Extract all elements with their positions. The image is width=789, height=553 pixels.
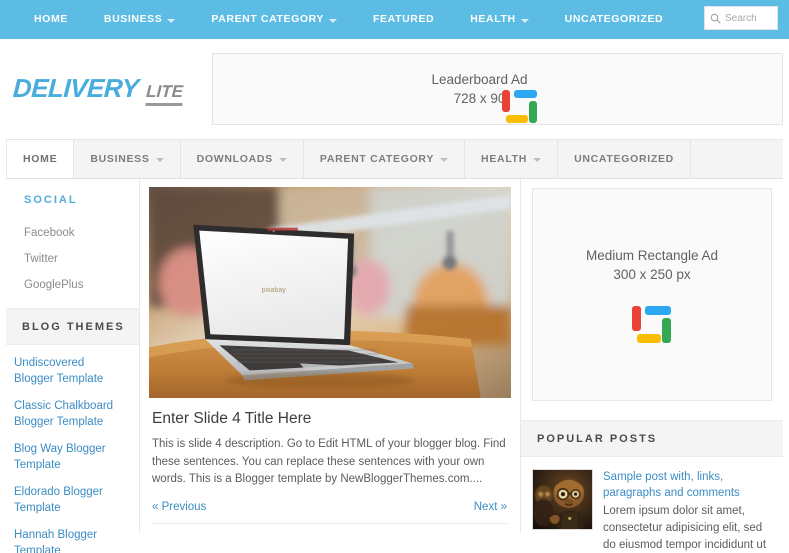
site-header: DELIVERY LITE Leaderboard Ad 728 x 90 (0, 39, 789, 139)
chevron-down-icon (278, 158, 287, 162)
search-box[interactable] (704, 6, 778, 30)
search-input[interactable] (725, 12, 772, 24)
right-sidebar: Medium Rectangle Ad 300 x 250 px POPULAR… (521, 179, 783, 551)
page-body: SOCIAL Facebook Twitter GooglePlus BLOG … (6, 179, 783, 553)
left-sidebar: SOCIAL Facebook Twitter GooglePlus BLOG … (6, 179, 140, 553)
popular-post-thumbnail[interactable] (532, 469, 593, 530)
nav2-item-label: BUSINESS (90, 153, 150, 165)
nav2-item-downloads[interactable]: DOWNLOADS (181, 140, 304, 178)
nav2-item-label: PARENT CATEGORY (319, 153, 435, 165)
social-links-list: Facebook Twitter GooglePlus (6, 218, 139, 308)
list-item[interactable]: Eldorado Blogger Template (6, 484, 139, 527)
slider-next-link[interactable]: Next » (474, 501, 507, 513)
topnav-item-label: UNCATEGORIZED (564, 13, 664, 25)
logo-accent-text: LITE (144, 81, 184, 106)
svg-text:pixabay: pixabay (262, 287, 287, 294)
slide-title: Enter Slide 4 Title Here (152, 410, 312, 427)
page-root: HOME BUSINESS PARENT CATEGORY FEATURED H… (0, 0, 789, 553)
topnav-item-label: PARENT CATEGORY (211, 13, 325, 25)
content-divider (152, 522, 507, 524)
widget-title-popular-posts: POPULAR POSTS (521, 420, 783, 457)
nav2-item-home[interactable]: HOME (6, 140, 75, 178)
popular-post-snippet: Lorem ipsum dolor sit amet, consectetur … (603, 505, 767, 551)
nav2-item-label: HEALTH (481, 153, 528, 165)
list-item[interactable]: Undiscovered Blogger Template (6, 355, 139, 398)
topnav-item-parent-category[interactable]: PARENT CATEGORY (193, 0, 355, 39)
leaderboard-ad-line1: Leaderboard Ad (431, 72, 528, 87)
nav2-item-uncategorized[interactable]: UNCATEGORIZED (558, 140, 691, 178)
secondary-navigation-bar: HOME BUSINESS DOWNLOADS PARENT CATEGORY … (6, 139, 783, 179)
popular-post-link[interactable]: Sample post with, links, paragraphs and … (603, 469, 773, 501)
medium-rectangle-ad-line1: Medium Rectangle Ad (585, 247, 719, 263)
popular-post-body: Sample post with, links, paragraphs and … (603, 469, 773, 553)
chevron-down-icon (167, 18, 176, 23)
chevron-down-icon (520, 18, 529, 23)
topnav-item-label: BUSINESS (103, 13, 163, 25)
topnav-item-business[interactable]: BUSINESS (86, 0, 193, 39)
medium-rectangle-ad-line2: 300 x 250 px (613, 266, 691, 282)
list-item[interactable]: Hannah Blogger Template (6, 527, 139, 553)
chevron-down-icon (533, 158, 542, 162)
topnav-item-label: HEALTH (470, 13, 516, 25)
chevron-down-icon (155, 158, 164, 162)
google-ads-logo-icon (632, 304, 672, 344)
search-icon (710, 13, 721, 24)
logo-main-text: DELIVERY (12, 72, 140, 103)
medium-rectangle-ad-placeholder[interactable]: Medium Rectangle Ad 300 x 250 px (532, 188, 772, 401)
widget-title-social: SOCIAL (6, 179, 139, 218)
list-item[interactable]: Classic Chalkboard Blogger Template (6, 398, 139, 441)
google-ads-logo-icon (501, 88, 538, 124)
blog-themes-list: Undiscovered Blogger Template Classic Ch… (6, 345, 139, 553)
slide-description: This is slide 4 description. Go to Edit … (152, 438, 506, 485)
topnav-item-label: HOME (34, 13, 68, 25)
slider-previous-link[interactable]: « Previous (152, 501, 206, 513)
topnav-item-health[interactable]: HEALTH (452, 0, 546, 39)
slider-navigation: « Previous Next » (149, 489, 511, 513)
figurine-thumbnail-illustration (533, 470, 592, 529)
laptop-photo-illustration: pixabay (149, 187, 511, 398)
nav2-item-business[interactable]: BUSINESS (74, 140, 181, 178)
list-item: Sample post with, links, paragraphs and … (521, 457, 783, 553)
chevron-down-icon (440, 158, 449, 162)
nav2-item-label: UNCATEGORIZED (574, 153, 674, 165)
site-logo[interactable]: DELIVERY LITE (8, 73, 204, 106)
slider-image[interactable]: pixabay (149, 187, 511, 398)
social-item-facebook[interactable]: Facebook (6, 220, 139, 246)
nav2-item-label: DOWNLOADS (196, 153, 273, 165)
nav2-item-health[interactable]: HEALTH (465, 140, 559, 178)
nav2-item-parent-category[interactable]: PARENT CATEGORY (304, 140, 466, 178)
chevron-down-icon (329, 18, 338, 23)
topnav-item-uncategorized[interactable]: UNCATEGORIZED (547, 0, 682, 39)
medium-rectangle-ad-text: Medium Rectangle Ad 300 x 250 px (586, 246, 718, 284)
topnav-item-featured[interactable]: FEATURED (355, 0, 452, 39)
widget-title-blog-themes: BLOG THEMES (6, 308, 139, 345)
topnav-item-home[interactable]: HOME (16, 0, 86, 39)
list-item[interactable]: Blog Way Blogger Template (6, 441, 139, 484)
social-item-googleplus[interactable]: GooglePlus (6, 272, 139, 298)
social-item-twitter[interactable]: Twitter (6, 246, 139, 272)
topnav-item-label: FEATURED (373, 13, 435, 25)
leaderboard-ad-placeholder[interactable]: Leaderboard Ad 728 x 90 (212, 53, 783, 125)
top-navigation-bar: HOME BUSINESS PARENT CATEGORY FEATURED H… (0, 0, 789, 39)
nav2-item-label: HOME (23, 153, 58, 165)
main-content-column: pixabay Enter Slide 4 Title Here This is… (140, 179, 521, 532)
top-nav-list: HOME BUSINESS PARENT CATEGORY FEATURED H… (16, 0, 681, 39)
